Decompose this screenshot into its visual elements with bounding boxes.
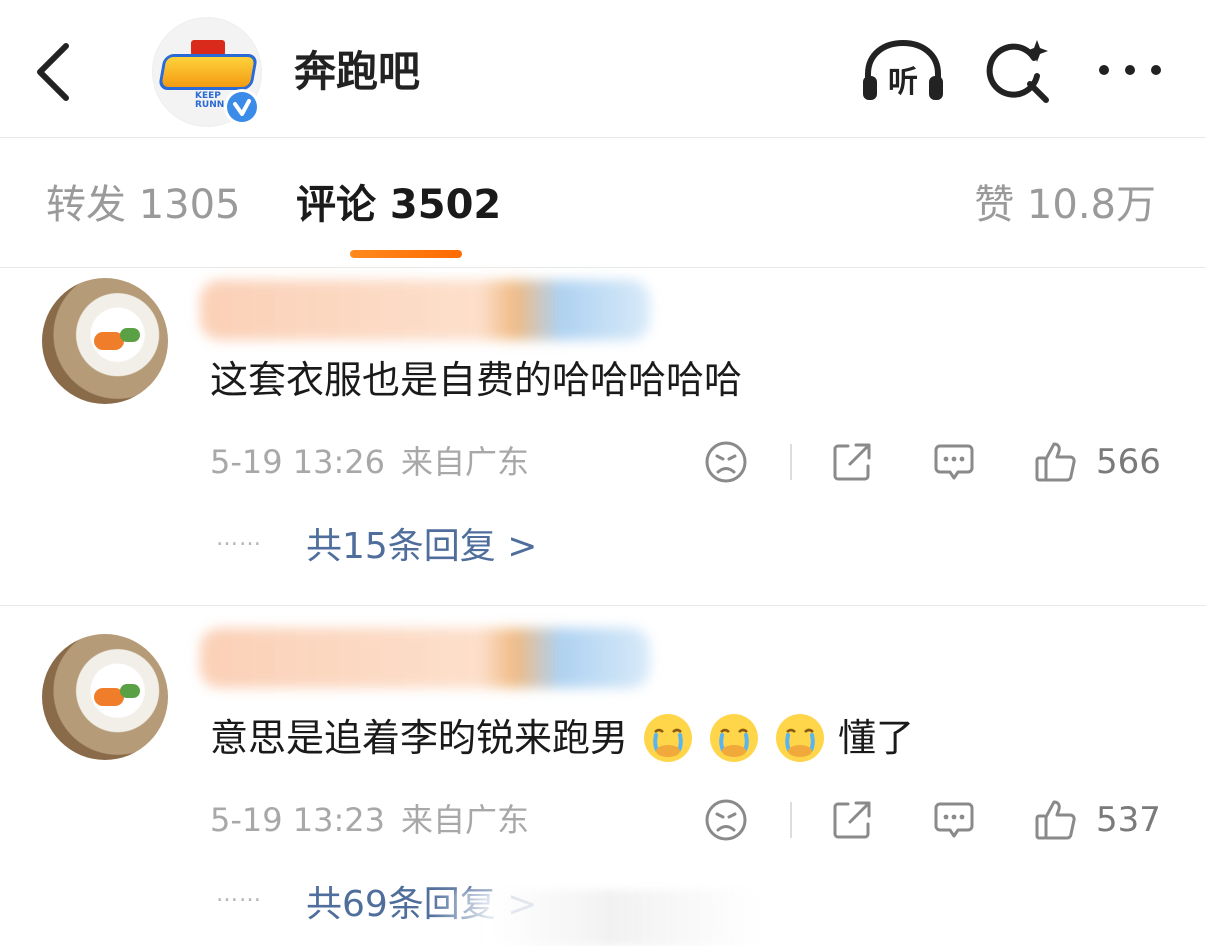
commenter-avatar[interactable] [42,278,168,404]
action-divider [790,444,792,480]
comment-item: 这套衣服也是自费的哈哈哈哈哈 5-19 13:26 来自广东 566 …… 共1… [0,270,1206,606]
more-dots-icon [1099,65,1161,75]
tab-comment[interactable]: 评论 3502 [296,178,501,232]
more-button[interactable] [1094,52,1166,88]
frown-face-icon [705,799,747,841]
active-tab-indicator [350,250,462,258]
comment-text: 意思是追着李昀锐来跑男 懂了 [210,710,914,766]
reply-button[interactable] [932,440,976,484]
reply-dots: …… [216,526,262,551]
listen-button[interactable]: 听 [860,38,946,104]
dislike-button[interactable] [704,440,748,484]
watermark-overlay [430,890,760,946]
comment-bubble-icon [934,444,974,480]
crying-face-emoji [710,714,759,762]
comment-meta: 5-19 13:23 来自广东 [210,798,529,842]
dislike-button[interactable] [704,798,748,842]
search-button[interactable] [982,36,1052,106]
username-redacted[interactable] [200,280,650,340]
view-replies-link[interactable]: 共15条回复 > [306,522,537,572]
thumbs-up-icon [1035,442,1076,482]
chevron-left-icon [37,43,69,101]
crying-face-emoji [776,714,825,762]
top-bar: KEEP RUNNING 奔跑吧 听 [0,0,1206,138]
account-avatar[interactable]: KEEP RUNNING [152,17,262,127]
comment-time: 5-19 13:26 [210,443,386,481]
comment-time: 5-19 13:23 [210,801,386,839]
comment-text: 这套衣服也是自费的哈哈哈哈哈 [210,354,742,406]
comment-body: 意思是追着李昀锐来跑男 [210,716,629,760]
headphones-icon: 听 [863,39,943,100]
back-button[interactable] [30,40,80,104]
reply-dots: …… [216,882,262,907]
comment-body-suffix: 懂了 [838,716,915,760]
tab-repost[interactable]: 转发 1305 [46,178,241,232]
share-icon [833,801,871,839]
leaf-shape [120,684,140,698]
comment-meta: 5-19 13:26 来自广东 [210,440,529,484]
verified-check-icon [233,99,251,116]
frown-face-icon [705,441,747,483]
listen-label: 听 [888,65,918,100]
share-button[interactable] [830,798,874,842]
action-divider [790,802,792,838]
thumbs-up-icon [1035,800,1076,840]
share-icon [833,443,871,481]
commenter-avatar[interactable] [42,634,168,760]
like-count: 566 [1096,442,1161,482]
username-redacted[interactable] [200,628,650,688]
like-count: 537 [1096,800,1161,840]
tab-like[interactable]: 赞 10.8万 [974,178,1156,232]
comment-body: 这套衣服也是自费的哈哈哈哈哈 [210,358,743,402]
page-title: 奔跑吧 [294,47,421,96]
comment-bubble-icon [934,802,974,838]
share-button[interactable] [830,440,874,484]
verified-badge [224,89,260,125]
search-sparkle-icon [986,40,1049,103]
like-button[interactable] [1034,440,1078,484]
comment-location: 来自广东 [401,443,530,481]
logo-shape [157,54,259,90]
tab-bar: 转发 1305 评论 3502 赞 10.8万 [0,138,1206,268]
comment-location: 来自广东 [401,801,530,839]
crying-face-emoji [644,714,693,762]
leaf-shape [120,328,140,342]
reply-button[interactable] [932,798,976,842]
comment-item: 意思是追着李昀锐来跑男 懂了 5-19 13:23 来自广东 537 …… 共6… [0,606,1206,946]
like-button[interactable] [1034,798,1078,842]
